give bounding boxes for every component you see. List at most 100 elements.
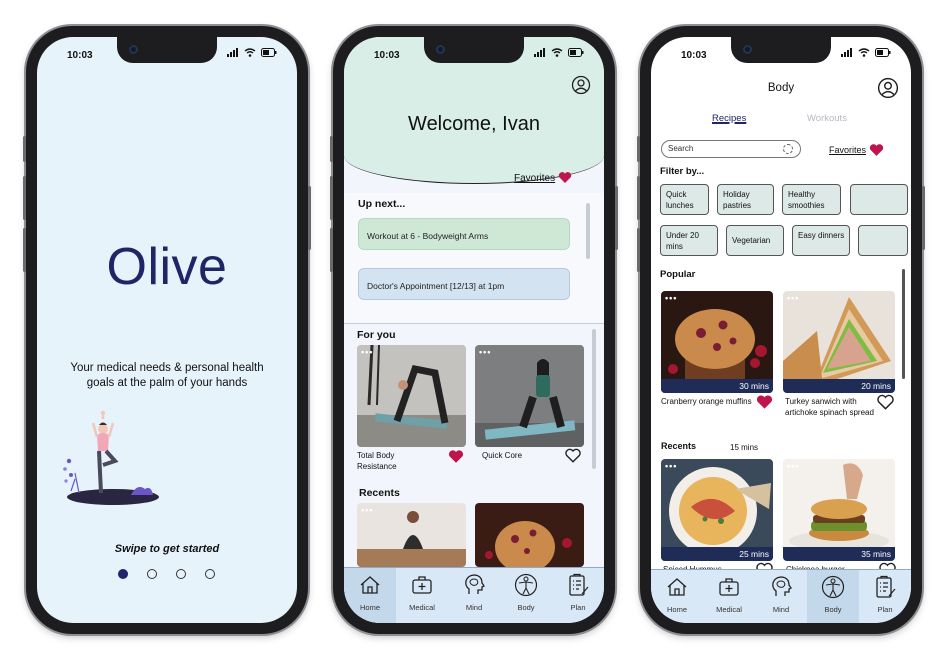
front-camera [743, 45, 752, 54]
status-time: 10:03 [374, 50, 400, 61]
favorite-filled-heart-icon[interactable] [448, 449, 464, 464]
nav-medical[interactable]: Medical [703, 570, 755, 623]
notch [424, 37, 524, 63]
filter-chip-more-2[interactable] [858, 225, 908, 256]
popular-title: Popular [660, 269, 696, 280]
for-you-card-image-2[interactable]: ••• [475, 345, 584, 447]
recent-card-image-1[interactable]: ••• [357, 503, 466, 567]
mockup-stage: 10:03 Olive Your medical needs & persona… [0, 0, 950, 660]
page-indicator[interactable] [118, 569, 215, 579]
nav-label: Body [517, 603, 535, 612]
card-menu-icon[interactable]: ••• [787, 461, 799, 471]
tab-workouts[interactable]: Workouts [807, 113, 847, 124]
nav-body[interactable]: Body [807, 570, 859, 623]
profile-icon[interactable] [571, 75, 591, 95]
nav-label: Body [824, 605, 842, 614]
nav-body[interactable]: Body [500, 568, 552, 623]
page-dot-1[interactable] [118, 569, 128, 579]
loading-spinner-icon [783, 144, 793, 154]
nav-plan[interactable]: Plan [552, 568, 604, 623]
card-menu-icon[interactable]: ••• [361, 347, 373, 357]
recent-card-image-2[interactable] [475, 503, 584, 567]
favorites-heart-icon[interactable] [869, 143, 884, 157]
nav-mind[interactable]: Mind [755, 570, 807, 623]
card-menu-icon[interactable]: ••• [665, 461, 677, 471]
for-you-card-image-1[interactable]: ••• [357, 345, 466, 447]
favorites-link[interactable]: Favorites [829, 145, 866, 155]
card-menu-icon[interactable]: ••• [361, 505, 373, 515]
body-screen: 10:03 Body Recipes Workouts Search Favor… [651, 37, 911, 623]
recents-time-filter[interactable]: 15 mins [730, 442, 758, 453]
battery-icon [568, 48, 584, 57]
onboarding-screen: 10:03 Olive Your medical needs & persona… [37, 37, 297, 623]
recents-title: Recents [661, 441, 697, 451]
page-dot-2[interactable] [147, 569, 157, 579]
search-input[interactable]: Search [661, 140, 801, 158]
signal-icon [227, 48, 238, 57]
card-menu-icon[interactable]: ••• [479, 347, 491, 357]
recent-card-image-1[interactable]: ••• 25 mins [661, 459, 773, 561]
nav-label: Plan [877, 605, 893, 614]
front-camera [129, 45, 138, 54]
home-icon [667, 578, 687, 596]
up-next-scrollbar[interactable] [586, 203, 590, 259]
search-placeholder: Search [668, 144, 694, 153]
recipe-name: Turkey sanwich with artichoke spinach sp… [785, 397, 874, 417]
cook-time-badge: 25 mins [661, 547, 773, 561]
clipboard-icon [876, 575, 896, 598]
card-menu-icon[interactable]: ••• [787, 293, 799, 303]
section-divider [344, 323, 604, 324]
nav-home[interactable]: Home [651, 570, 703, 623]
wifi-icon [551, 48, 563, 57]
medical-kit-icon [412, 576, 432, 594]
favorite-filled-heart-icon[interactable] [756, 394, 773, 410]
popular-card-image-1[interactable]: ••• 30 mins [661, 291, 773, 393]
wifi-icon [244, 48, 256, 57]
favorite-outline-heart-icon[interactable] [877, 394, 894, 410]
cook-time-badge: 30 mins [661, 379, 773, 393]
page-scrollbar[interactable] [592, 329, 596, 469]
body-figure-icon [821, 575, 845, 599]
up-next-workout-card[interactable]: Workout at 6 - Bodyweight Arms [358, 218, 570, 250]
filter-chip-quick-lunches[interactable]: Quick lunches [660, 184, 709, 215]
recent-card-image-2[interactable]: ••• 35 mins [783, 459, 895, 561]
page-dot-4[interactable] [205, 569, 215, 579]
bottom-nav: Home Medical Mind Body Plan [651, 569, 911, 623]
filter-chip-holiday-pastries[interactable]: Holiday pastries [717, 184, 774, 215]
favorite-outline-heart-icon[interactable] [565, 448, 581, 463]
popular-card-image-2[interactable]: ••• 20 mins [783, 291, 895, 393]
favorites-heart-icon[interactable] [558, 171, 572, 184]
nav-label: Mind [772, 605, 790, 614]
favorites-link[interactable]: Favorites [514, 173, 555, 184]
nav-mind[interactable]: Mind [448, 568, 500, 623]
up-next-appointment-card[interactable]: Doctor's Appointment [12/13] at 1pm [358, 268, 570, 300]
page-dot-3[interactable] [176, 569, 186, 579]
profile-icon[interactable] [877, 77, 899, 99]
filter-chip-healthy-smoothies[interactable]: Healthy smoothies [782, 184, 841, 215]
app-logo: Olive [106, 238, 228, 296]
page-title: Body [767, 82, 795, 94]
body-figure-icon [514, 573, 538, 597]
nav-label: Home [666, 605, 687, 614]
clipboard-icon [569, 573, 589, 596]
battery-icon [875, 48, 891, 57]
filter-chip-easy-dinners[interactable]: Easy dinners [792, 225, 850, 256]
phone-onboarding: 10:03 Olive Your medical needs & persona… [23, 26, 311, 634]
yoga-illustration [63, 411, 159, 505]
filter-chip-under-20[interactable]: Under 20 mins [660, 225, 718, 256]
nav-plan[interactable]: Plan [859, 570, 911, 623]
phone-home: 10:03 Welcome, Ivan Favorites Up next...… [330, 26, 618, 634]
nav-label: Plan [570, 603, 586, 612]
brain-head-icon [772, 576, 792, 596]
signal-icon [534, 48, 545, 57]
filter-chip-more[interactable] [850, 184, 908, 215]
page-scrollbar[interactable] [902, 269, 905, 379]
nav-medical[interactable]: Medical [396, 568, 448, 623]
nav-home[interactable]: Home [344, 568, 396, 623]
notch [117, 37, 217, 63]
tab-recipes[interactable]: Recipes [712, 113, 746, 124]
nav-label: Medical [409, 603, 435, 612]
filter-chip-vegetarian[interactable]: Vegetarian [726, 225, 784, 256]
phone-body: 10:03 Body Recipes Workouts Search Favor… [637, 26, 925, 634]
card-menu-icon[interactable]: ••• [665, 293, 677, 303]
